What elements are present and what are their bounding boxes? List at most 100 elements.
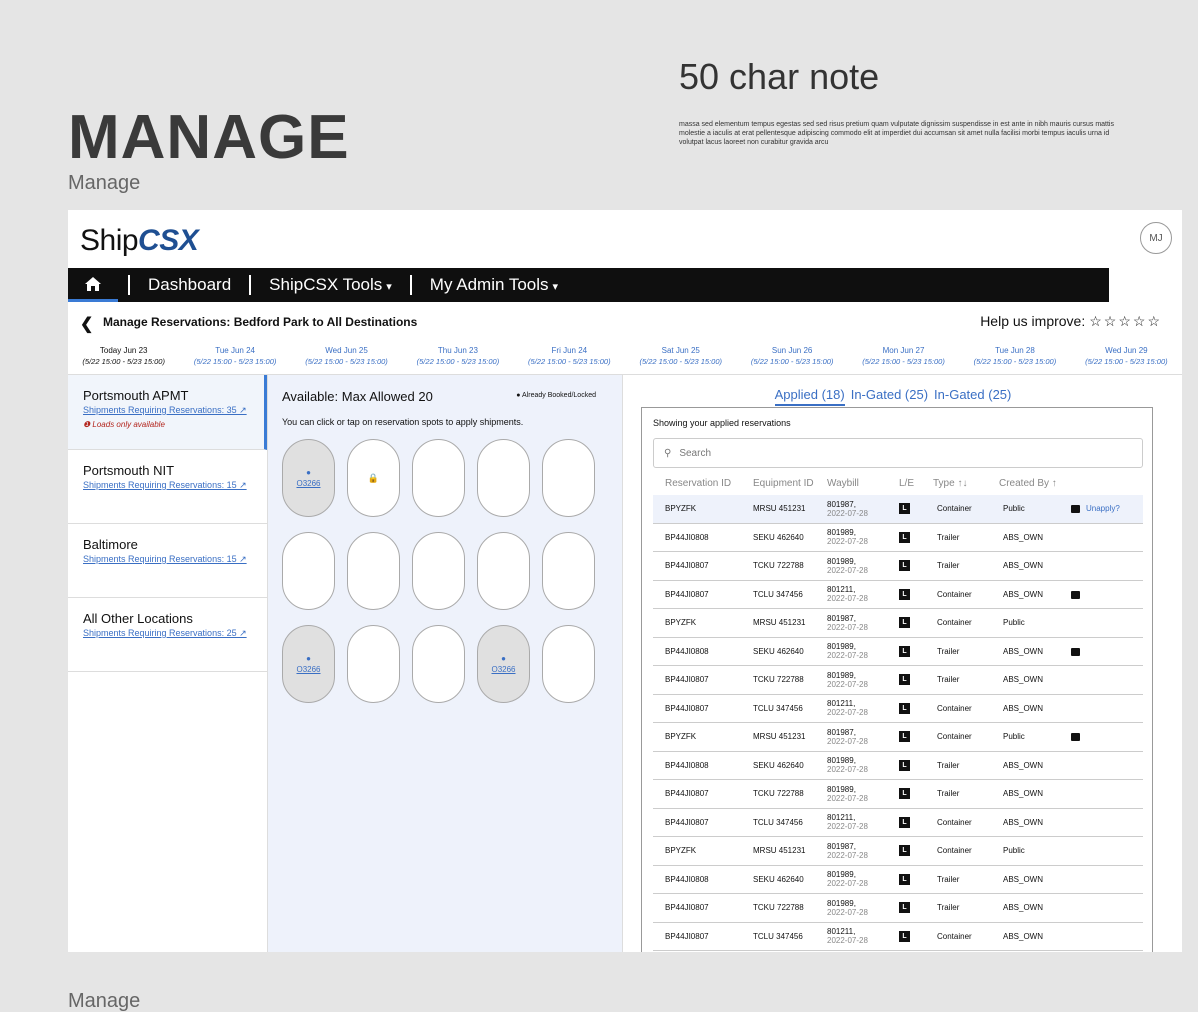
tab-ingated-2[interactable]: In-Gated (25)	[934, 387, 1011, 406]
search-input[interactable]: ⚲ Search	[653, 438, 1143, 468]
star-rating-icons[interactable]: ☆☆☆☆☆	[1089, 313, 1162, 329]
reservation-spot[interactable]	[477, 532, 530, 610]
booked-code-link[interactable]: O3266	[491, 665, 515, 674]
table-row[interactable]: BP44JI0808 SEKU 462640 801989, 2022-07-28 L T…	[653, 524, 1143, 552]
table-row[interactable]: BP44JI0807 TCLU 347456 801211, 2022-07-28 L C…	[653, 581, 1143, 609]
date-column[interactable]: Wed Jun 29 (5/22 15:00 - 5/23 15:00)	[1071, 345, 1182, 375]
shipments-link[interactable]: Shipments Requiring Reservations: 15 ↗	[83, 480, 252, 491]
date-column[interactable]: Tue Jun 24 (5/22 15:00 - 5/23 15:00)	[179, 345, 290, 375]
date-column[interactable]: Wed Jun 25 (5/22 15:00 - 5/23 15:00)	[291, 345, 402, 375]
reservation-spot[interactable]	[347, 532, 400, 610]
waybill-date: 2022-07-28	[827, 936, 868, 946]
date-column[interactable]: Sat Jun 25 (5/22 15:00 - 5/23 15:00)	[625, 345, 736, 375]
reservation-spot-booked[interactable]: ● O3266	[282, 625, 335, 703]
shipments-link[interactable]: Shipments Requiring Reservations: 35 ↗	[83, 405, 249, 416]
sidebar-item-location[interactable]: Baltimore Shipments Requiring Reservation…	[68, 524, 267, 598]
shipments-link[interactable]: Shipments Requiring Reservations: 15 ↗	[83, 554, 252, 565]
reservation-spot[interactable]	[412, 532, 465, 610]
col-type[interactable]: Type ↑↓	[933, 478, 999, 489]
table-row[interactable]: BP44JI0808 SEKU 462640 801989, 2022-07-28 L T…	[653, 866, 1143, 894]
top-bar: ShipCSX MJ	[68, 210, 1182, 268]
table-row[interactable]: BP44JI0808 SEKU 462640 801989, 2022-07-28 L T…	[653, 638, 1143, 666]
reservation-spot[interactable]	[282, 532, 335, 610]
cell-waybill: 801989, 2022-07-28	[827, 756, 897, 774]
table-row[interactable]: BPYZFK MRSU 451231 801987, 2022-07-28 L Conta…	[653, 495, 1143, 524]
date-range: (5/22 15:00 - 5/23 15:00)	[416, 357, 500, 366]
sidebar-item-location[interactable]: Portsmouth APMT Shipments Requiring Reser…	[68, 375, 267, 450]
cell-le: L	[897, 930, 933, 942]
nav-shipcsx-tools[interactable]: ShipCSX Tools ▾	[261, 275, 400, 295]
cell-waybill: 801211, 2022-07-28	[827, 699, 897, 717]
table-row[interactable]: BP44JI0807 TCLU 347456 801211, 2022-07-28 L C…	[653, 695, 1143, 723]
col-reservation-id[interactable]: Reservation ID	[653, 478, 739, 489]
waybill-date: 2022-07-28	[827, 622, 868, 632]
table-row[interactable]: BP44JI0807 TCLU 347456 801211, 2022-07-28 L C…	[653, 923, 1143, 951]
nav-dashboard[interactable]: Dashboard	[140, 275, 239, 295]
reservation-spot[interactable]	[347, 625, 400, 703]
col-created-by[interactable]: Created By ↑	[999, 478, 1087, 489]
nav-divider	[128, 275, 130, 295]
reservation-spot[interactable]	[542, 532, 595, 610]
reservation-spot[interactable]	[412, 625, 465, 703]
cell-reservation-id: BP44JI0807	[665, 931, 709, 941]
load-badge: L	[899, 674, 910, 686]
cell-equipment-id: MRSU 451231	[753, 504, 806, 514]
waybill-number: 801211,	[827, 585, 856, 595]
tab-applied[interactable]: Applied (18)	[774, 387, 845, 406]
waybill-date: 2022-07-28	[827, 594, 868, 604]
booked-code-link[interactable]: O3266	[296, 479, 320, 488]
sidebar-item-location[interactable]: Portsmouth NIT Shipments Requiring Reserv…	[68, 450, 267, 524]
cell-equipment-id: TCKU 722788	[753, 903, 804, 913]
cell-type: Container	[937, 703, 972, 713]
reservation-spot[interactable]	[542, 439, 595, 517]
reservation-spot-locked[interactable]: 🔒	[347, 439, 400, 517]
table-row[interactable]: BP44JI0807 TCLU 347456 801211, 2022-07-28 L C…	[653, 809, 1143, 837]
date-column[interactable]: Fri Jun 24 (5/22 15:00 - 5/23 15:00)	[514, 345, 625, 375]
table-row[interactable]: BP44JI0808 SEKU 462640 801989, 2022-07-28 L T…	[653, 752, 1143, 780]
shipcsx-logo[interactable]: ShipCSX	[80, 224, 199, 258]
date-column[interactable]: Sun Jun 26 (5/22 15:00 - 5/23 15:00)	[736, 345, 847, 375]
cell-waybill: 801989, 2022-07-28	[827, 785, 897, 803]
booked-code-link[interactable]: O3266	[296, 665, 320, 674]
reservation-spot-booked[interactable]: ● O3266	[282, 439, 335, 517]
reservation-spot[interactable]	[412, 439, 465, 517]
col-le[interactable]: L/E	[897, 478, 933, 489]
date-column[interactable]: Tue Jun 28 (5/22 15:00 - 5/23 15:00)	[959, 345, 1070, 375]
note-icon[interactable]	[1071, 505, 1080, 514]
date-column[interactable]: Thu Jun 23 (5/22 15:00 - 5/23 15:00)	[402, 345, 513, 375]
table-row[interactable]: BPYZFK MRSU 451231 801987, 2022-07-28 L Conta…	[653, 609, 1143, 638]
table-row[interactable]: BP44JI0807 TCKU 722788 801989, 2022-07-28 L T…	[653, 780, 1143, 809]
table-row[interactable]: BP44JI0807 TCKU 722788 801989, 2022-07-28 L T…	[653, 552, 1143, 581]
nav-admin-tools[interactable]: My Admin Tools ▾	[422, 275, 566, 295]
reservation-spot[interactable]	[542, 625, 595, 703]
home-icon[interactable]	[68, 268, 118, 302]
note-icon[interactable]	[1071, 647, 1080, 656]
table-row[interactable]: BPYZFK MRSU 451231 801987, 2022-07-28 L Conta…	[653, 837, 1143, 866]
col-waybill[interactable]: Waybill	[827, 478, 897, 489]
date-column[interactable]: Today Jun 23 (5/22 15:00 - 5/23 15:00)	[68, 345, 179, 375]
cell-created-by: Public	[1003, 618, 1025, 628]
col-equipment-id[interactable]: Equipment ID	[739, 478, 827, 489]
cell-created-by: ABS_OWN	[1003, 675, 1044, 685]
table-row[interactable]: BP44JI0807 TCKU 722788 801989, 2022-07-28 L T…	[653, 666, 1143, 695]
table-row[interactable]: BPYZFK MRSU 451231 801987, 2022-07-28 L Conta…	[653, 723, 1143, 752]
reservation-spot-booked[interactable]: ● O3266	[477, 625, 530, 703]
waybill-date: 2022-07-28	[827, 907, 868, 917]
spot-grid: ● O3266 🔒 ● O3266 ● O3266	[282, 439, 595, 703]
back-chevron-icon[interactable]: ❮	[80, 314, 93, 334]
date-strip: Today Jun 23 (5/22 15:00 - 5/23 15:00) Tue…	[68, 345, 1182, 375]
unapply-link[interactable]: Unapply?	[1086, 504, 1120, 513]
cell-le: L	[897, 902, 933, 914]
cell-created-by: ABS_OWN	[1003, 760, 1044, 770]
shipments-link[interactable]: Shipments Requiring Reservations: 25 ↗	[83, 628, 252, 639]
note-icon[interactable]	[1071, 590, 1080, 599]
table-row[interactable]: BP44JI0807 TCKU 722788 801989, 2022-07-28 L T…	[653, 894, 1143, 923]
tab-ingated[interactable]: In-Gated (25)	[851, 387, 928, 406]
logo-ship: Ship	[80, 224, 139, 257]
cell-reservation-id: BP44JI0807	[665, 703, 709, 713]
note-icon[interactable]	[1071, 733, 1080, 742]
avatar[interactable]: MJ	[1140, 222, 1172, 254]
date-column[interactable]: Mon Jun 27 (5/22 15:00 - 5/23 15:00)	[848, 345, 959, 375]
sidebar-item-location[interactable]: All Other Locations Shipments Requiring R…	[68, 598, 267, 672]
reservation-spot[interactable]	[477, 439, 530, 517]
